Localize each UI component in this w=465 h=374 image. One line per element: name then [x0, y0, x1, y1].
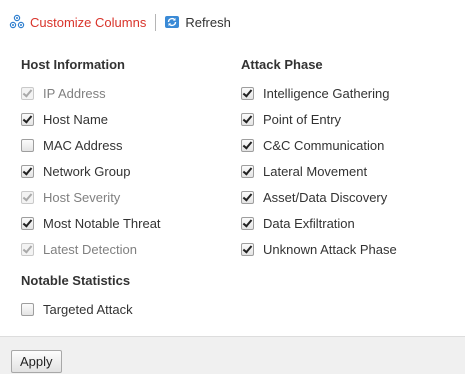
asset-data-discovery-checkbox[interactable] [241, 190, 254, 204]
option-targeted-attack[interactable]: Targeted Attack [21, 296, 161, 322]
option-lateral-movement[interactable]: Lateral Movement [241, 158, 397, 184]
option-network-group[interactable]: Network Group [21, 158, 161, 184]
ip-address-checkbox[interactable] [21, 86, 34, 100]
option-label: Host Severity [43, 189, 121, 205]
intelligence-gathering-checkbox[interactable] [241, 86, 254, 100]
host-information-heading: Host Information [21, 57, 125, 72]
option-label: Network Group [43, 163, 131, 179]
option-most-notable-threat[interactable]: Most Notable Threat [21, 210, 161, 236]
targeted-attack-checkbox[interactable] [21, 302, 34, 316]
option-label: C&C Communication [263, 137, 385, 153]
gear-cluster-icon [9, 14, 25, 30]
mac-address-checkbox[interactable] [21, 138, 34, 152]
option-label: Intelligence Gathering [263, 85, 390, 101]
latest-detection-checkbox[interactable] [21, 242, 34, 256]
option-label: MAC Address [43, 137, 123, 153]
notable-statistics-section: Notable Statistics Targeted Attack [21, 272, 161, 322]
refresh-button[interactable]: Refresh [164, 14, 231, 30]
toolbar: Customize Columns Refresh [0, 0, 465, 44]
apply-button[interactable]: Apply [11, 350, 62, 373]
option-host-severity[interactable]: Host Severity [21, 184, 161, 210]
notable-statistics-heading: Notable Statistics [21, 273, 131, 288]
data-exfiltration-checkbox[interactable] [241, 216, 254, 230]
option-label: Host Name [43, 111, 109, 127]
option-label: Asset/Data Discovery [263, 189, 388, 205]
option-ip-address[interactable]: IP Address [21, 80, 161, 106]
most-notable-threat-checkbox[interactable] [21, 216, 34, 230]
refresh-icon [164, 14, 180, 30]
footer-bar: Apply [0, 336, 465, 374]
option-data-exfiltration[interactable]: Data Exfiltration [241, 210, 397, 236]
option-unknown-attack-phase[interactable]: Unknown Attack Phase [241, 236, 397, 262]
host-name-checkbox[interactable] [21, 112, 34, 126]
refresh-label: Refresh [185, 14, 231, 30]
option-intelligence-gathering[interactable]: Intelligence Gathering [241, 80, 397, 106]
option-cc-communication[interactable]: C&C Communication [241, 132, 397, 158]
attack-phase-heading: Attack Phase [241, 57, 323, 72]
customize-columns-button[interactable]: Customize Columns [9, 14, 146, 30]
option-label: IP Address [43, 85, 106, 101]
option-latest-detection[interactable]: Latest Detection [21, 236, 161, 262]
option-label: Targeted Attack [43, 301, 133, 317]
option-mac-address[interactable]: MAC Address [21, 132, 161, 158]
option-label: Most Notable Threat [43, 215, 161, 231]
option-label: Latest Detection [43, 241, 137, 257]
point-of-entry-checkbox[interactable] [241, 112, 254, 126]
option-label: Data Exfiltration [263, 215, 355, 231]
network-group-checkbox[interactable] [21, 164, 34, 178]
host-severity-checkbox[interactable] [21, 190, 34, 204]
attack-phase-list: Intelligence Gathering Point of Entry C&… [241, 80, 397, 262]
lateral-movement-checkbox[interactable] [241, 164, 254, 178]
option-asset-data-discovery[interactable]: Asset/Data Discovery [241, 184, 397, 210]
option-point-of-entry[interactable]: Point of Entry [241, 106, 397, 132]
toolbar-divider [155, 13, 157, 31]
column-options-panel: Host Information IP Address Host Name MA… [0, 44, 465, 336]
right-column: Attack Phase Intelligence Gathering Poin… [241, 56, 397, 262]
option-label: Point of Entry [263, 111, 342, 127]
unknown-attack-phase-checkbox[interactable] [241, 242, 254, 256]
customize-columns-label: Customize Columns [30, 14, 147, 30]
host-information-list: IP Address Host Name MAC Address Network… [21, 80, 161, 262]
option-label: Unknown Attack Phase [263, 241, 397, 257]
cc-communication-checkbox[interactable] [241, 138, 254, 152]
option-label: Lateral Movement [263, 163, 368, 179]
option-host-name[interactable]: Host Name [21, 106, 161, 132]
left-column: Host Information IP Address Host Name MA… [21, 56, 161, 322]
